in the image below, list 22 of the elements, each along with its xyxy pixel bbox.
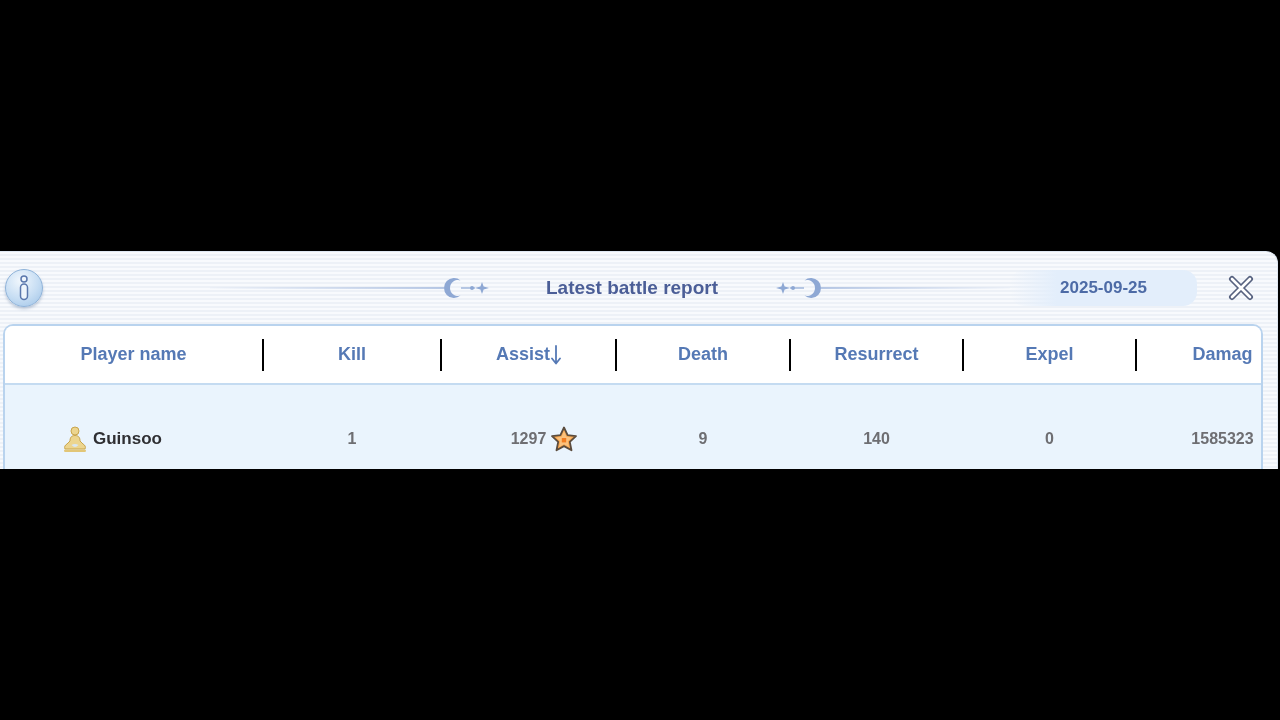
close-button[interactable] [1228,275,1254,301]
info-icon [18,275,30,301]
column-header[interactable]: Assist [496,341,561,368]
column-header[interactable]: Resurrect [834,341,919,368]
close-icon [1228,275,1254,301]
sort-arrow-icon [551,344,561,365]
column-header[interactable]: Death [678,341,728,368]
player-name: Guinsoo [93,428,162,451]
table-cell-text: 0 [1045,429,1054,449]
column-header[interactable]: Damag [1192,341,1253,368]
column-header[interactable]: Player name [80,341,187,368]
table-cell-text: 1 [347,429,357,449]
dialog-title: Latest battle report [545,275,719,300]
table-cell-text: 1297 [510,429,547,449]
info-button[interactable] [5,269,43,307]
meditating-figure-icon [62,425,88,453]
table-cell-text: 140 [863,429,890,449]
column-header[interactable]: Expel [1025,341,1074,368]
column-header[interactable]: Kill [338,341,366,368]
star-icon [550,425,579,453]
table-cell-text: 9 [698,429,708,449]
table-cell-text: 1585323 [1191,429,1254,449]
